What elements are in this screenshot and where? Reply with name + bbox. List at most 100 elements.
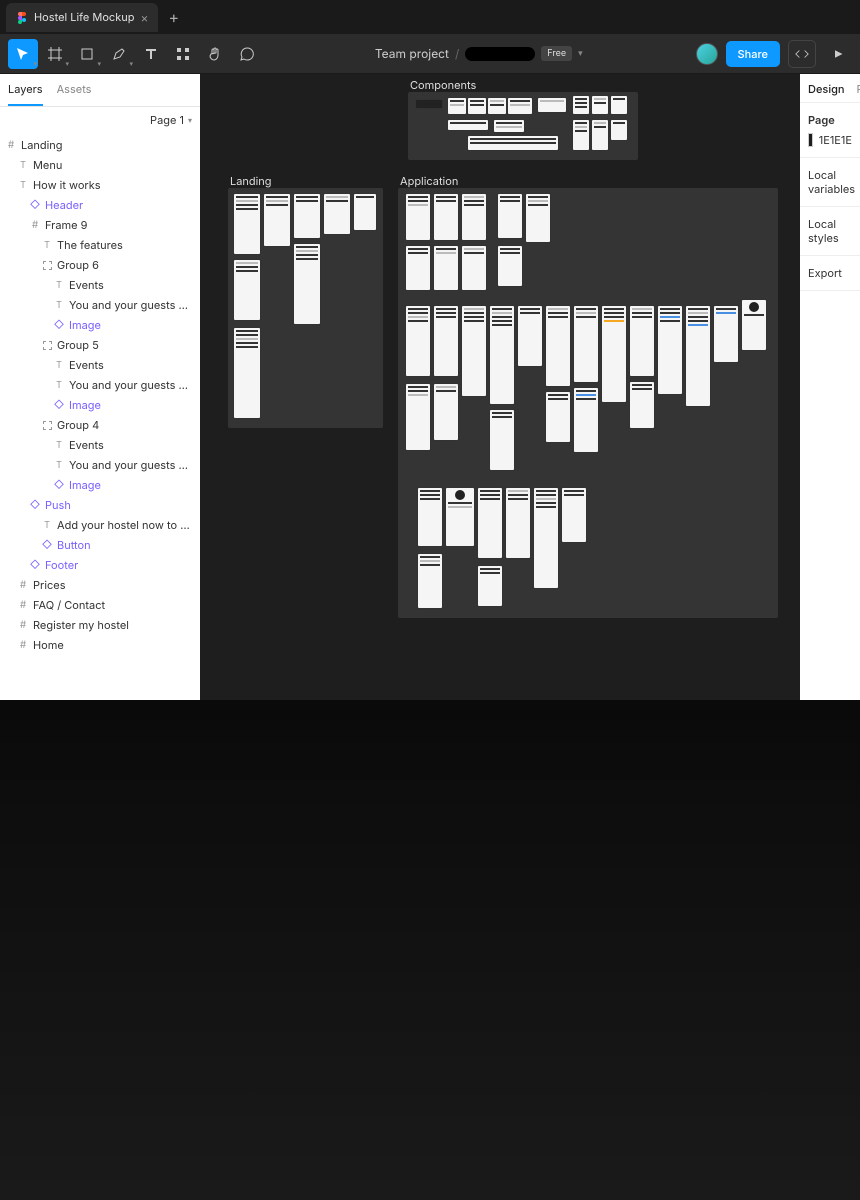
text-icon [54, 280, 64, 290]
layer-label: Events [69, 358, 104, 372]
path-separator: / [455, 46, 459, 61]
present-button[interactable] [824, 40, 852, 68]
frame-icon [18, 620, 28, 630]
layer-label: Group 6 [57, 258, 99, 272]
text-icon [42, 240, 52, 250]
file-tab[interactable]: Hostel Life Mockup × [6, 3, 158, 32]
page-selector[interactable]: Page 1 ▾ [0, 107, 200, 133]
local-styles-row[interactable]: Local styles [800, 207, 860, 256]
text-icon [42, 520, 52, 530]
user-avatar[interactable] [696, 43, 718, 65]
layers-panel: Layers Assets Page 1 ▾ LandingMenuHow it… [0, 74, 200, 700]
group-icon [42, 260, 52, 270]
pen-tool[interactable]: ▾ [104, 39, 134, 69]
layer-row[interactable]: Header [0, 195, 200, 215]
add-tab-button[interactable]: + [158, 7, 189, 27]
text-icon [54, 300, 64, 310]
layer-label: Image [69, 318, 101, 332]
layer-label: You and your guests can create and … [69, 378, 194, 392]
layer-row[interactable]: Button [0, 535, 200, 555]
redacted-file [465, 47, 535, 61]
layer-label: Push [45, 498, 71, 512]
layer-row[interactable]: Register my hostel [0, 615, 200, 635]
group-icon [42, 340, 52, 350]
layer-row[interactable]: Add your hostel now to allow your guest… [0, 515, 200, 535]
layer-row[interactable]: Prices [0, 575, 200, 595]
text-icon [18, 180, 28, 190]
layer-row[interactable]: The features [0, 235, 200, 255]
resources-tool[interactable] [168, 39, 198, 69]
frame-tool[interactable]: ▾ [40, 39, 70, 69]
layer-row[interactable]: Push [0, 495, 200, 515]
local-variables-row[interactable]: Local variables [800, 158, 860, 207]
layer-row[interactable]: You and your guests can create and … [0, 455, 200, 475]
prototype-tab[interactable]: Prototype [857, 82, 860, 96]
component-icon [30, 500, 40, 510]
frame-icon [6, 140, 16, 150]
move-tool[interactable]: ▾ [8, 39, 38, 69]
layer-label: You and your guests can create and … [69, 298, 194, 312]
dev-mode-button[interactable] [788, 40, 816, 68]
text-icon [54, 380, 64, 390]
section-components[interactable] [408, 92, 638, 160]
page-color-row[interactable]: 1E1E1E [808, 133, 852, 147]
layer-row[interactable]: Group 6 [0, 255, 200, 275]
component-icon [30, 560, 40, 570]
layer-row[interactable]: You and your guests can create and … [0, 375, 200, 395]
layer-row[interactable]: Image [0, 315, 200, 335]
layer-label: Footer [45, 558, 78, 572]
layer-label: Home [33, 638, 64, 652]
layer-label: Header [45, 198, 83, 212]
layer-row[interactable]: Events [0, 355, 200, 375]
layer-row[interactable]: Image [0, 475, 200, 495]
component-icon [54, 480, 64, 490]
layer-row[interactable]: Group 5 [0, 335, 200, 355]
chevron-down-icon[interactable]: ▾ [578, 48, 583, 59]
layer-row[interactable]: Footer [0, 555, 200, 575]
component-icon [54, 320, 64, 330]
export-row[interactable]: Export [800, 256, 860, 291]
layer-row[interactable]: Home [0, 635, 200, 655]
layer-label: FAQ / Contact [33, 598, 105, 612]
text-icon [54, 440, 64, 450]
layer-label: The features [57, 238, 123, 252]
layer-row[interactable]: FAQ / Contact [0, 595, 200, 615]
frame-icon [30, 220, 40, 230]
toolbar: ▾ ▾ ▾ ▾ Team project / Free ▾ Share [0, 34, 860, 74]
layer-row[interactable]: Events [0, 275, 200, 295]
layer-row[interactable]: How it works [0, 175, 200, 195]
layer-label: Image [69, 398, 101, 412]
layers-tab[interactable]: Layers [8, 74, 43, 106]
text-tool[interactable] [136, 39, 166, 69]
group-icon [42, 420, 52, 430]
share-button[interactable]: Share [726, 41, 780, 67]
layer-row[interactable]: Events [0, 435, 200, 455]
section-landing[interactable] [228, 188, 383, 428]
section-application[interactable] [398, 188, 778, 618]
assets-tab[interactable]: Assets [57, 74, 92, 106]
comment-tool[interactable] [232, 39, 262, 69]
layer-label: Events [69, 438, 104, 452]
close-tab-icon[interactable]: × [140, 10, 148, 25]
shape-tool[interactable]: ▾ [72, 39, 102, 69]
layer-row[interactable]: Image [0, 395, 200, 415]
layer-row[interactable]: Landing [0, 135, 200, 155]
layer-label: Group 4 [57, 418, 99, 432]
section-label-landing: Landing [230, 174, 272, 188]
layer-label: Group 5 [57, 338, 99, 352]
layer-row[interactable]: Menu [0, 155, 200, 175]
text-icon [54, 360, 64, 370]
color-swatch[interactable] [808, 133, 813, 147]
toolbar-right: Share [696, 40, 852, 68]
design-tab[interactable]: Design [808, 82, 845, 96]
layer-label: Frame 9 [45, 218, 87, 232]
canvas[interactable]: Components Landing [200, 74, 800, 700]
layer-row[interactable]: Frame 9 [0, 215, 200, 235]
laptop-keyboard-area [0, 700, 860, 1200]
layer-row[interactable]: Group 4 [0, 415, 200, 435]
hand-tool[interactable] [200, 39, 230, 69]
layer-label: Prices [33, 578, 66, 592]
breadcrumb[interactable]: Team project / Free ▾ [375, 46, 583, 61]
layer-row[interactable]: You and your guests can create and … [0, 295, 200, 315]
figma-logo-icon [16, 11, 28, 23]
